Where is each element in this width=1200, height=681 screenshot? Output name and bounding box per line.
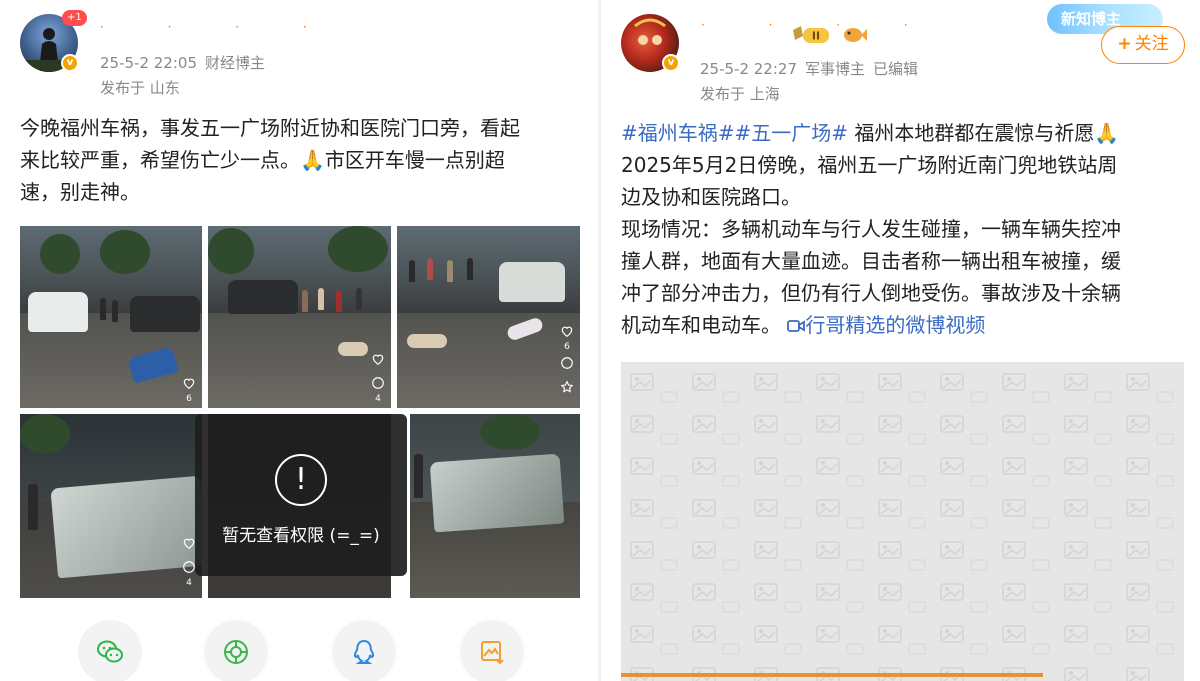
comment-count: 4 — [375, 394, 381, 404]
level-badge-icon: II — [791, 24, 831, 50]
post-line-5: 撞人群，地面有大量血迹。目击者称一辆出租车被撞，缓 — [621, 249, 1121, 273]
star-icon — [560, 380, 574, 393]
moments-icon — [224, 640, 248, 664]
photo-thumb-4[interactable]: 4 — [20, 414, 202, 598]
post-location: 发布于 山东 — [100, 79, 180, 97]
notification-count: +1 — [62, 10, 87, 26]
photo-thumb-2[interactable]: 4 — [208, 226, 391, 408]
video-player[interactable] — [621, 362, 1184, 681]
video-progress-bar[interactable] — [621, 673, 1044, 677]
share-qq-button[interactable] — [332, 620, 396, 681]
post-line-2: 来比较严重，希望伤亡少一点。🙏市区开车慢一点别超 — [20, 148, 505, 172]
verified-badge-icon: v — [662, 54, 680, 72]
post-body: 今晚福州车祸，事发五一广场附近协和医院门口旁，看起 来比较严重，希望伤亡少一点。… — [20, 112, 590, 208]
wechat-icon — [97, 640, 123, 663]
post-line-4: 现场情况：多辆机动车与行人发生碰撞，一辆车辆失控冲 — [621, 217, 1121, 241]
video-icon — [787, 320, 806, 332]
post-line-3: 边及协和医院路口。 — [621, 185, 801, 209]
hashtag-link[interactable]: #五一广场# — [735, 121, 849, 145]
comment-count: 4 — [186, 578, 192, 588]
post-date: 25-5-2 22:05 — [100, 54, 197, 72]
post-line-3: 速，别走神。 — [20, 180, 140, 204]
heart-icon — [183, 538, 195, 549]
video-link-text: 行哥精选的微博视频 — [805, 313, 986, 337]
comment-icon — [561, 357, 573, 369]
post-line-7: 机动车和电动车。 行哥精选的微博视频 — [621, 309, 1191, 341]
verified-badge-icon: v — [61, 54, 79, 72]
plus-icon: + — [1117, 34, 1132, 54]
post-meta: 25-5-2 22:27 军事博主 已编辑 — [700, 58, 918, 79]
photo-thumb-3[interactable]: 6 — [397, 226, 580, 408]
video-link[interactable]: 行哥精选的微博视频 — [787, 313, 985, 337]
edited-tag: 已编辑 — [873, 60, 919, 78]
right-post-panel: v · · · · II 新知博主 + 关注 25-5-2 22:27 军事博主 已编… — [601, 0, 1200, 681]
no-permission-text: 暂无查看权限 (=_=) — [222, 526, 380, 546]
share-wechat-button[interactable] — [78, 620, 142, 681]
svg-text:II: II — [812, 30, 820, 43]
like-count: 6 — [564, 342, 570, 352]
post-line-1: #福州车祸##五一广场# 福州本地群都在震惊与祈愿🙏 — [621, 117, 1191, 149]
author-tag: 财经博主 — [205, 54, 266, 72]
post-line-2: 2025年5月2日傍晚，福州五一广场附近南门兜地铁站周 — [621, 153, 1118, 177]
no-permission-overlay: ! 暂无查看权限 (=_=) — [195, 414, 407, 576]
photo-thumb-6[interactable] — [410, 414, 580, 598]
heart-icon — [561, 326, 573, 337]
share-moments-button[interactable] — [204, 620, 268, 681]
post-location: 发布于 上海 — [700, 85, 780, 103]
save-image-icon — [481, 641, 504, 665]
post-text: 机动车和电动车。 — [621, 313, 781, 337]
image-placeholder-pattern — [621, 362, 1184, 681]
warning-icon: ! — [275, 454, 327, 506]
fish-badge-icon — [841, 24, 867, 50]
follow-button[interactable]: + 关注 — [1101, 26, 1185, 64]
post-line-6: 冲了部分冲击力，但仍有行人倒地受伤。事故涉及十余辆 — [621, 281, 1121, 305]
post-meta: 25-5-2 22:05 财经博主 — [100, 52, 265, 73]
heart-icon — [372, 354, 384, 365]
comment-icon — [372, 377, 384, 389]
follow-label: 关注 — [1134, 34, 1169, 54]
photo-thumb-1[interactable]: 6 — [20, 226, 202, 408]
heart-icon — [183, 378, 195, 389]
post-text: 福州本地群都在震惊与祈愿🙏 — [848, 121, 1120, 145]
save-image-button[interactable] — [460, 620, 524, 681]
username-redacted: · · · · — [100, 20, 337, 34]
post-date: 25-5-2 22:27 — [700, 60, 797, 78]
left-post-panel: v +1 · · · · 25-5-2 22:05 财经博主 发布于 山东 今晚福… — [0, 0, 598, 681]
author-tag: 军事博主 — [805, 60, 866, 78]
post-body: #福州车祸##五一广场# 福州本地群都在震惊与祈愿🙏 2025年5月2日傍晚，福… — [621, 117, 1191, 341]
hashtag-link[interactable]: #福州车祸# — [621, 121, 735, 145]
comment-icon — [183, 561, 195, 573]
qq-icon — [353, 639, 375, 664]
post-line-1: 今晚福州车祸，事发五一广场附近协和医院门口旁，看起 — [20, 116, 520, 140]
like-count: 6 — [186, 394, 192, 404]
